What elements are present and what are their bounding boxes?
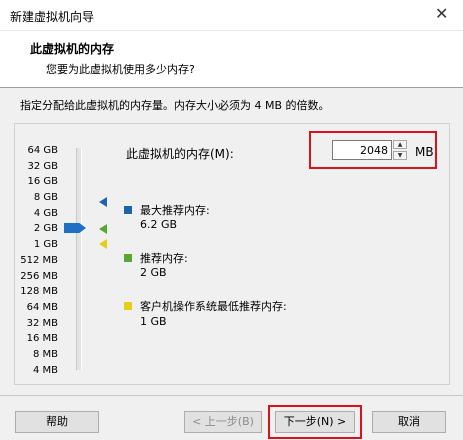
scale-label: 32 GB bbox=[27, 161, 58, 172]
memory-label: 此虚拟机的内存(M): bbox=[126, 147, 234, 161]
memory-unit: MB bbox=[415, 145, 434, 159]
recommended-label: 推荐内存: bbox=[140, 252, 188, 265]
scale-label: 16 MB bbox=[26, 333, 58, 344]
memory-spinner[interactable]: ▲ ▼ bbox=[393, 140, 407, 160]
instruction-text: 指定分配给此虚拟机的内存量。内存大小必须为 4 MB 的倍数。 bbox=[20, 99, 330, 112]
next-button[interactable]: 下一步(N) > bbox=[275, 411, 355, 433]
scale-label: 4 MB bbox=[32, 365, 58, 376]
scale-label: 2 GB bbox=[33, 223, 58, 234]
scale-label: 16 GB bbox=[27, 176, 58, 187]
memory-input[interactable] bbox=[332, 140, 392, 160]
min-recommended-label: 客户机操作系统最低推荐内存: bbox=[140, 300, 287, 313]
scale-label: 512 MB bbox=[20, 255, 58, 266]
memory-slider-track[interactable] bbox=[76, 148, 82, 370]
scale-label: 8 GB bbox=[33, 192, 58, 203]
back-button[interactable]: < 上一步(B) bbox=[184, 411, 262, 433]
recommended-marker-icon bbox=[99, 224, 107, 234]
max-recommended-value: 6.2 GB bbox=[140, 218, 178, 231]
footer-divider bbox=[0, 395, 463, 396]
page-title: 此虚拟机的内存 bbox=[30, 42, 115, 56]
min-recommended-value: 1 GB bbox=[140, 315, 167, 328]
recommended-swatch bbox=[124, 254, 132, 262]
wizard-header: 此虚拟机的内存 您要为此虚拟机使用多少内存? bbox=[0, 31, 463, 88]
page-subtitle: 您要为此虚拟机使用多少内存? bbox=[46, 63, 195, 76]
scale-label: 256 MB bbox=[20, 271, 58, 282]
min-recommended-swatch bbox=[124, 302, 132, 310]
max-recommended-marker-icon bbox=[99, 197, 107, 207]
scale-label: 1 GB bbox=[33, 239, 58, 250]
min-recommended-marker-icon bbox=[99, 239, 107, 249]
scale-label: 64 GB bbox=[27, 145, 58, 156]
window-title: 新建虚拟机向导 bbox=[10, 10, 95, 24]
scale-label: 128 MB bbox=[20, 286, 58, 297]
spin-up-icon[interactable]: ▲ bbox=[393, 140, 407, 149]
scale-label: 32 MB bbox=[26, 318, 58, 329]
scale-label: 4 GB bbox=[33, 208, 58, 219]
scale-label: 8 MB bbox=[32, 349, 58, 360]
recommended-value: 2 GB bbox=[140, 266, 167, 279]
max-recommended-label: 最大推荐内存: bbox=[140, 204, 210, 217]
max-recommended-swatch bbox=[124, 206, 132, 214]
close-icon[interactable]: ✕ bbox=[435, 4, 448, 23]
scale-label: 64 MB bbox=[26, 302, 58, 313]
help-button[interactable]: 帮助 bbox=[15, 411, 99, 433]
title-bar: 新建虚拟机向导 ✕ bbox=[0, 0, 463, 31]
spin-down-icon[interactable]: ▼ bbox=[393, 151, 407, 160]
cancel-button[interactable]: 取消 bbox=[372, 411, 446, 433]
